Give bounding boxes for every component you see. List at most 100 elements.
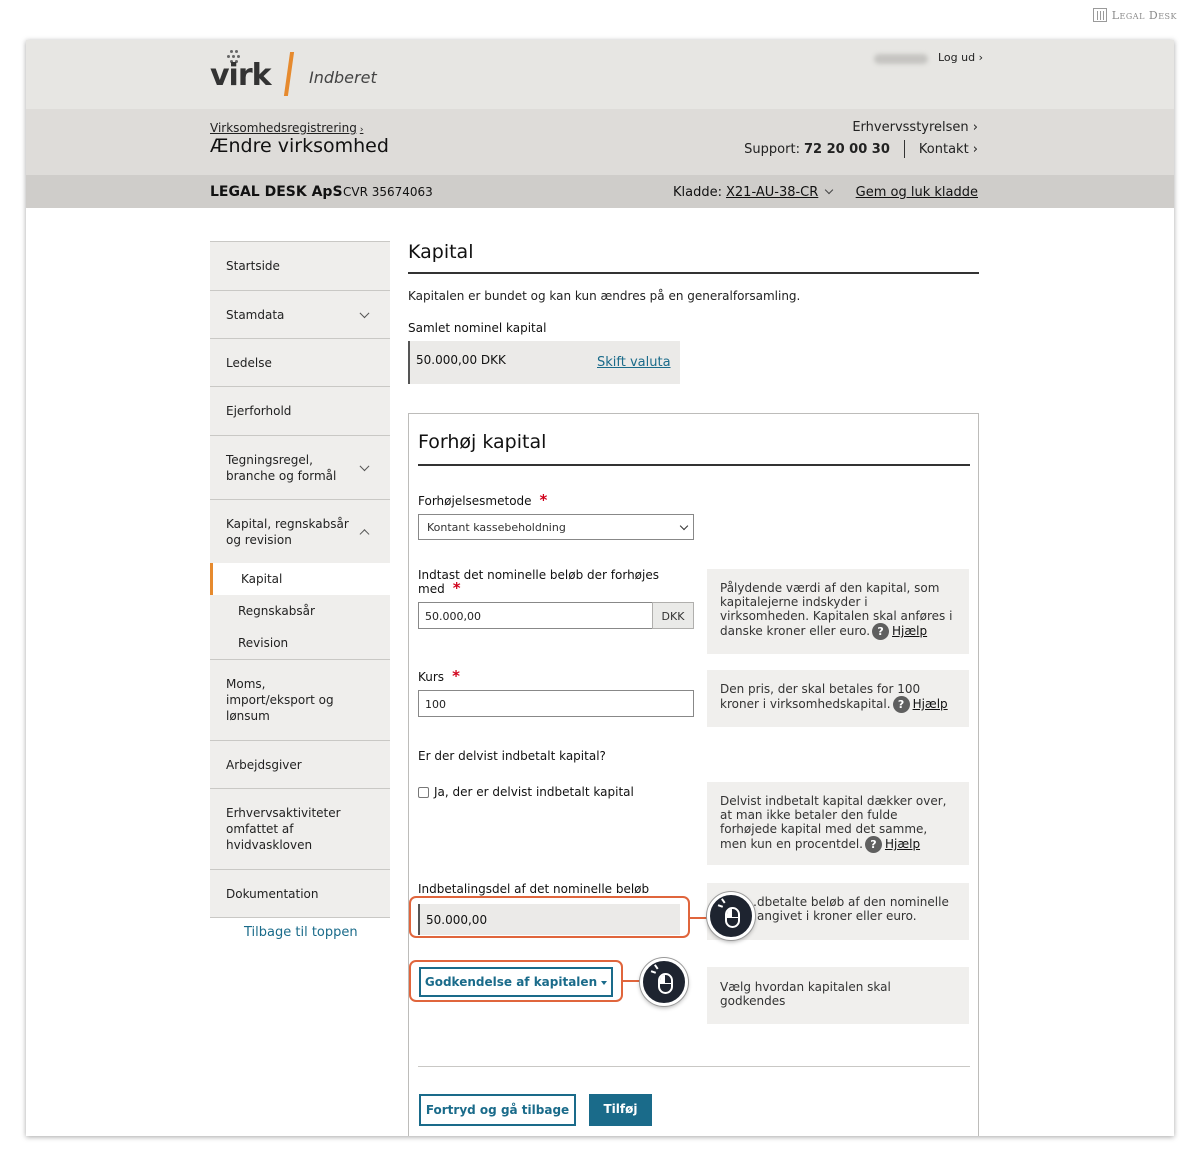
partial-checkbox[interactable] bbox=[418, 787, 429, 798]
chevron-down-icon bbox=[359, 307, 370, 318]
logout-link[interactable]: Log ud › bbox=[938, 51, 983, 64]
partial-help-box: Delvist indbetalt kapital dækker over, a… bbox=[707, 782, 969, 865]
question-icon[interactable]: ? bbox=[892, 696, 910, 713]
draft-selector[interactable]: Kladde: X21-AU-38-CR bbox=[673, 185, 834, 200]
breadcrumb-arrow-icon: › bbox=[359, 125, 364, 135]
nav-item-stamdata[interactable]: Stamdata bbox=[210, 290, 390, 338]
draft-link[interactable]: X21-AU-38-CR bbox=[726, 185, 818, 200]
save-close-draft-link[interactable]: Gem og luk kladde bbox=[856, 185, 978, 200]
question-icon[interactable]: ? bbox=[864, 836, 882, 853]
help-link[interactable]: Hjælp bbox=[892, 624, 927, 638]
partial-checkbox-label[interactable]: Ja, der er delvist indbetalt kapital bbox=[434, 785, 634, 799]
virk-logo[interactable]: virk Indberet bbox=[210, 50, 390, 100]
kurs-input[interactable]: 100 bbox=[418, 690, 694, 717]
approval-button-highlight bbox=[409, 960, 623, 1002]
company-bar: LEGAL DESK ApS CVR 35674063 Kladde: X21-A… bbox=[26, 175, 1174, 208]
side-navigation: Startside Stamdata Ledelse Ejerforhold T… bbox=[210, 241, 390, 918]
form-bottom-rule bbox=[418, 1066, 970, 1067]
nav-item-kapital-regnskab[interactable]: Kapital, regnskabsår og revision bbox=[210, 499, 390, 563]
partial-question: Er der delvist indbetalt kapital? bbox=[418, 749, 606, 763]
nav-sub-item-regnskabsar[interactable]: Regnskabsår bbox=[210, 595, 390, 627]
help-link[interactable]: Hjælp bbox=[885, 837, 920, 851]
nav-item-label: Ledelse bbox=[226, 355, 272, 370]
kapital-section: Kapital Kapitalen er bundet og kan kun æ… bbox=[408, 241, 979, 384]
nav-item-label: Arbejdsgiver bbox=[226, 757, 302, 772]
kurs-label: Kurs * bbox=[418, 669, 460, 684]
cvr-number: CVR 35674063 bbox=[343, 185, 433, 199]
sub-header: Virksomhedsregistrering › Ændre virksomhe… bbox=[26, 109, 1174, 175]
nav-item-startside[interactable]: Startside bbox=[210, 241, 390, 290]
watermark-text: Legal Desk bbox=[1111, 8, 1177, 22]
nav-item-label: Ejerforhold bbox=[226, 404, 292, 418]
nominal-label: Indtast det nominelle beløb der forhøjes… bbox=[418, 569, 673, 596]
contact-link[interactable]: Kontakt › bbox=[919, 142, 978, 157]
top-bar: virk Indberet Log ud › bbox=[26, 40, 1174, 109]
chevron-up-icon bbox=[359, 528, 370, 539]
agency-link[interactable]: Erhvervsstyrelsen › bbox=[852, 120, 978, 135]
support-phone[interactable]: 72 20 00 30 bbox=[804, 142, 890, 157]
support-divider bbox=[903, 140, 905, 158]
mouse-click-icon bbox=[707, 892, 755, 940]
form-title-rule bbox=[418, 464, 970, 466]
kurs-label-text: Kurs bbox=[418, 670, 445, 684]
kurs-help-box: Den pris, der skal betales for 100 krone… bbox=[707, 670, 969, 727]
chevron-down-icon bbox=[679, 521, 689, 531]
required-asterisk: * bbox=[539, 491, 548, 509]
nav-sub-item-label: Regnskabsår bbox=[238, 604, 315, 618]
breadcrumb[interactable]: Virksomhedsregistrering › bbox=[210, 121, 363, 135]
total-capital-label: Samlet nominel kapital bbox=[408, 321, 547, 335]
nav-sub-item-label: Kapital bbox=[241, 572, 283, 586]
back-to-top-link[interactable]: Tilbage til toppen bbox=[244, 925, 358, 940]
draft-label: Kladde: bbox=[673, 185, 722, 200]
nav-item-arbejdsgiver[interactable]: Arbejdsgiver bbox=[210, 740, 390, 788]
nav-sub-item-kapital[interactable]: Kapital bbox=[210, 563, 390, 595]
nav-sub-item-label: Revision bbox=[238, 636, 289, 650]
method-select[interactable]: Kontant kassebeholdning bbox=[418, 514, 694, 540]
approval-help-box: Vælg hvordan kapitalen skal godkendes bbox=[707, 967, 969, 1024]
nav-item-erhvervsaktiviteter[interactable]: Erhvervsaktiviteter omfattet af hvidvask… bbox=[210, 788, 390, 869]
add-button[interactable]: Tilføj bbox=[589, 1094, 652, 1126]
logo-text: virk bbox=[210, 58, 272, 93]
nav-sub-item-revision[interactable]: Revision bbox=[210, 627, 390, 659]
logo-subtitle: Indberet bbox=[309, 68, 377, 87]
browser-frame: virk Indberet Log ud › Virksomhedsregist… bbox=[26, 40, 1174, 1136]
nav-item-ledelse[interactable]: Ledelse bbox=[210, 338, 390, 386]
pillar-icon bbox=[1092, 8, 1107, 22]
kurs-help-text: Den pris, der skal betales for 100 krone… bbox=[720, 682, 921, 711]
logo-divider bbox=[283, 52, 295, 96]
nominal-help-box: Pålydende værdi af den kapital, som kapi… bbox=[707, 569, 969, 654]
cancel-button[interactable]: Fortryd og gå tilbage bbox=[419, 1094, 576, 1126]
support-info: Support: 72 20 00 30 Kontakt › bbox=[744, 140, 978, 158]
page-title: Ændre virksomhed bbox=[210, 135, 389, 157]
legal-desk-watermark: Legal Desk bbox=[1092, 8, 1177, 22]
paid-portion-label: Indbetalingsdel af det nominelle beløb bbox=[418, 882, 650, 896]
nav-item-label: Startside bbox=[226, 259, 280, 273]
nominal-amount-input[interactable]: 50.000,00 bbox=[418, 602, 653, 629]
nav-item-moms[interactable]: Moms, import/eksport og lønsum bbox=[210, 659, 390, 740]
required-asterisk: * bbox=[452, 579, 461, 597]
nav-item-label: Tegningsregel, branche og formål bbox=[226, 452, 337, 483]
currency-addon: DKK bbox=[652, 602, 694, 629]
help-link[interactable]: Hjælp bbox=[913, 697, 948, 711]
approval-help-text: Vælg hvordan kapitalen skal godkendes bbox=[720, 980, 891, 1008]
total-capital-value: 50.000,00 DKK bbox=[416, 353, 506, 367]
increase-capital-form: Forhøj kapital Forhøjelsesmetode * Kontan… bbox=[408, 413, 979, 1136]
paid-help-text: …dbetalte beløb af den nominelle …angive… bbox=[745, 895, 949, 923]
form-title: Forhøj kapital bbox=[418, 431, 547, 453]
nav-divider bbox=[210, 917, 390, 918]
paid-field-highlight bbox=[409, 896, 690, 938]
chevron-down-icon bbox=[359, 460, 370, 471]
mouse-click-icon bbox=[640, 958, 688, 1006]
method-select-value: Kontant kassebeholdning bbox=[427, 521, 566, 534]
method-label-text: Forhøjelsesmetode bbox=[418, 494, 532, 508]
nav-item-tegningsregel[interactable]: Tegningsregel, branche og formål bbox=[210, 435, 390, 499]
nav-item-ejerforhold[interactable]: Ejerforhold bbox=[210, 386, 390, 435]
question-icon[interactable]: ? bbox=[872, 623, 890, 640]
nav-item-dokumentation[interactable]: Dokumentation bbox=[210, 869, 390, 917]
nav-item-label: Stamdata bbox=[226, 307, 285, 322]
company-name: LEGAL DESK ApS bbox=[210, 184, 343, 200]
change-currency-link[interactable]: Skift valuta bbox=[597, 355, 671, 370]
breadcrumb-link[interactable]: Virksomhedsregistrering bbox=[210, 121, 357, 135]
chevron-down-icon[interactable] bbox=[825, 185, 834, 195]
total-capital-box: 50.000,00 DKK Skift valuta bbox=[408, 341, 680, 384]
